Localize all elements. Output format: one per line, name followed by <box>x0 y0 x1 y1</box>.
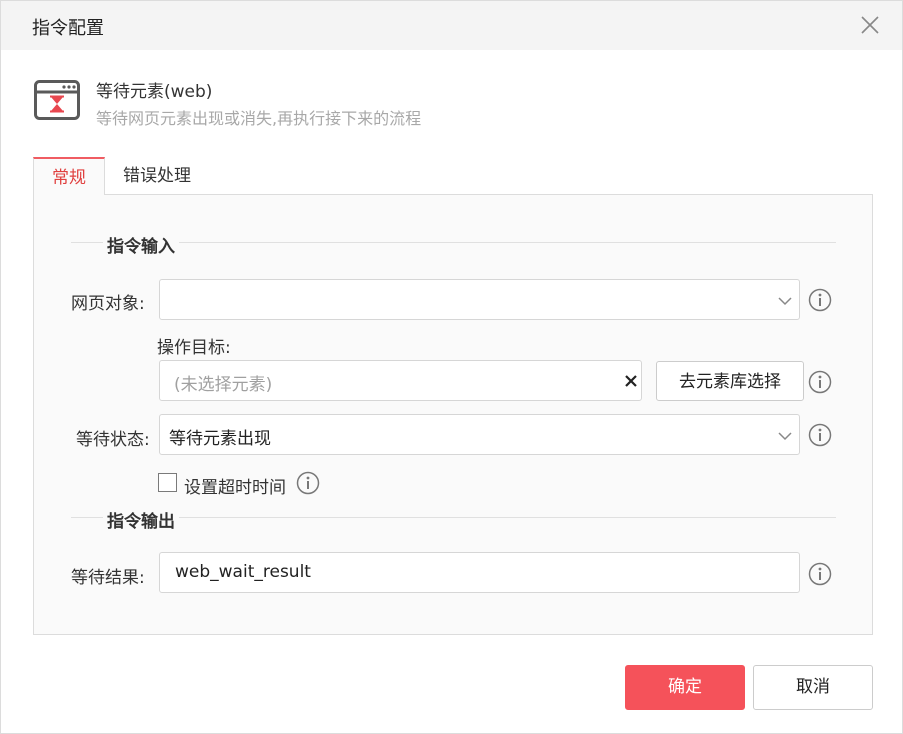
chevron-down-icon <box>778 432 792 441</box>
browser-hourglass-icon <box>34 80 80 120</box>
section-divider <box>71 242 836 243</box>
tab-general[interactable]: 常规 <box>33 157 105 195</box>
info-icon[interactable] <box>808 423 832 447</box>
info-icon[interactable] <box>808 562 832 586</box>
tab-error-handling[interactable]: 错误处理 <box>105 157 209 195</box>
dialog-title: 指令配置 <box>32 18 104 39</box>
command-description: 等待网页元素出现或消失,再执行接下来的流程 <box>96 109 422 128</box>
output-section-title: 指令输出 <box>103 507 179 532</box>
wait-state-select[interactable]: 等待元素出现 <box>159 414 800 455</box>
input-section-title: 指令输入 <box>103 232 179 257</box>
section-divider <box>71 517 836 518</box>
wait-state-label: 等待状态: <box>76 430 150 450</box>
dialog-titlebar: 指令配置 <box>1 1 902 50</box>
wait-result-value: web_wait_result <box>175 562 311 582</box>
close-icon[interactable] <box>858 13 882 37</box>
timeout-checkbox[interactable] <box>158 473 177 492</box>
info-icon[interactable] <box>296 471 320 495</box>
info-icon[interactable] <box>808 370 832 394</box>
target-label: 操作目标: <box>157 338 231 358</box>
confirm-button[interactable]: 确定 <box>625 665 745 710</box>
clear-icon[interactable] <box>623 373 639 389</box>
wait-result-input[interactable]: web_wait_result <box>159 552 800 593</box>
command-name: 等待元素(web) <box>96 82 213 102</box>
wait-state-value: 等待元素出现 <box>169 429 271 449</box>
cancel-button[interactable]: 取消 <box>753 665 873 710</box>
wait-result-label: 等待结果: <box>71 568 145 588</box>
target-input[interactable]: (未选择元素) <box>159 360 642 401</box>
chevron-down-icon <box>778 297 792 306</box>
timeout-label: 设置超时时间 <box>184 478 286 498</box>
web-object-select[interactable] <box>159 279 800 320</box>
config-dialog: 指令配置 等待元素(web) 等待网页元素出现或消失,再执行接下来的流程 常规 … <box>0 0 903 734</box>
info-icon[interactable] <box>808 288 832 312</box>
target-placeholder: (未选择元素) <box>174 375 273 395</box>
pick-element-button[interactable]: 去元素库选择 <box>656 361 804 401</box>
web-object-label: 网页对象: <box>71 294 145 314</box>
